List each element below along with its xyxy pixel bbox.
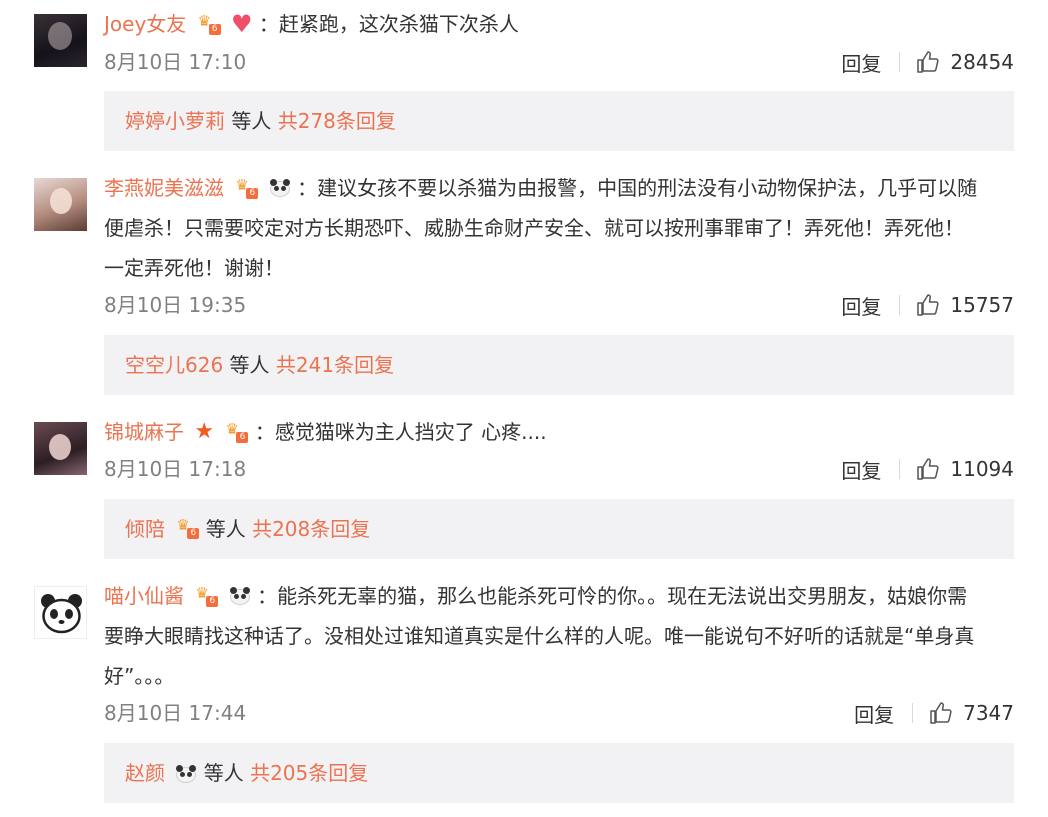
comment-actions: 回复 11094 (841, 454, 1014, 484)
panda-emoji-icon (229, 586, 251, 606)
reply-preview[interactable]: 倾陪 ♛ 6 等人 共208条回复 (104, 499, 1014, 559)
divider (899, 295, 901, 315)
like-button[interactable]: 11094 (916, 457, 1014, 481)
reply-preview-middle: 等人 (205, 517, 246, 541)
reply-button[interactable]: 回复 (841, 48, 881, 77)
comment-actions: 回复 28454 (841, 47, 1014, 77)
star-icon: ★ (194, 418, 215, 444)
reply-preview[interactable]: 赵颜 等人 共205条回复 (104, 743, 1014, 803)
avatar[interactable] (34, 422, 87, 475)
avatar[interactable] (34, 178, 87, 231)
vip-crown-icon: ♛ 6 (194, 585, 219, 607)
reply-preview-middle: 等人 (231, 109, 272, 133)
reply-preview-total[interactable]: 共241条回复 (276, 353, 394, 377)
vip-crown-icon: ♛ 6 (234, 177, 259, 199)
vip-crown-icon: ♛ 6 (175, 517, 200, 539)
avatar[interactable] (34, 14, 87, 67)
reply-preview-names[interactable]: 倾陪 (125, 517, 165, 541)
reply-preview-middle: 等人 (203, 761, 244, 785)
thumbs-up-icon (917, 51, 939, 73)
reply-button[interactable]: 回复 (841, 455, 881, 484)
username[interactable]: 李燕妮美滋滋 (104, 176, 224, 200)
reply-button[interactable]: 回复 (841, 291, 881, 320)
divider (912, 703, 914, 723)
avatar[interactable] (34, 586, 87, 639)
username[interactable]: Joey女友 (104, 12, 186, 36)
comment-time: 8月10日 17:18 (104, 457, 247, 481)
like-count: 11094 (950, 457, 1014, 481)
comment-actions: 回复 7347 (854, 698, 1014, 728)
comment-meta: 8月10日 17:18 回复 11094 (104, 454, 1014, 484)
like-button[interactable]: 7347 (929, 701, 1014, 725)
comment-meta: 8月10日 17:44 回复 7347 (104, 698, 1014, 728)
like-count: 15757 (950, 293, 1014, 317)
comment-meta: 8月10日 19:35 回复 15757 (104, 290, 1014, 320)
panda-emoji-icon (269, 178, 291, 198)
comment-header: Joey女友 ♛ 6 ♥ ：赶紧跑，这次杀猫下次杀人 (104, 9, 519, 38)
reply-preview[interactable]: 空空儿626 等人 共241条回复 (104, 335, 1014, 395)
comment-header: 李燕妮美滋滋 ♛ 6 ：建议女孩不要以杀猫为由报警，中国的刑法没有小动物保护法，几… (104, 175, 978, 200)
reply-preview-names[interactable]: 空空儿626 (125, 353, 223, 377)
username[interactable]: 喵小仙酱 (104, 584, 184, 608)
comment-text-line: 能杀死无辜的猫，那么也能杀死可怜的你。。现在无法说出交男朋友，姑娘你需 (277, 584, 968, 608)
like-count: 7347 (963, 701, 1014, 725)
reply-preview-names[interactable]: 赵颜 (125, 761, 165, 785)
thumbs-up-icon (917, 458, 939, 480)
username[interactable]: 锦城麻子 (104, 420, 184, 444)
comment-header: 喵小仙酱 ♛ 6 ：能杀死无辜的猫，那么也能杀死可怜的你。。现在无法说出交男朋友，… (104, 583, 968, 608)
comment-time: 8月10日 17:10 (104, 50, 247, 74)
panda-emoji-icon (175, 764, 197, 784)
comment-text-line: 好”。。。 (104, 664, 175, 688)
comment-text-line: 便虐杀！只需要咬定对方长期恐吓、威胁生命财产安全、就可以按刑事罪审了！弄死他！弄… (104, 216, 964, 240)
divider (899, 52, 901, 72)
panda-avatar-icon (41, 594, 82, 634)
comment-text-line: 一定弄死他！谢谢！ (104, 256, 284, 280)
reply-preview-middle: 等人 (229, 353, 270, 377)
reply-preview-total[interactable]: 共278条回复 (278, 109, 396, 133)
thumbs-up-icon (917, 294, 939, 316)
comment-actions: 回复 15757 (841, 290, 1014, 320)
reply-preview[interactable]: 婷婷小萝莉 等人 共278条回复 (104, 91, 1014, 151)
comment-header: 锦城麻子 ★ ♛ 6 ：感觉猫咪为主人挡灾了 心疼.... (104, 418, 547, 444)
vip-crown-icon: ♛ 6 (224, 421, 249, 443)
comment-meta: 8月10日 17:10 回复 28454 (104, 47, 1014, 77)
comment-time: 8月10日 17:44 (104, 701, 247, 725)
like-button[interactable]: 28454 (916, 50, 1014, 74)
heart-icon: ♥ (231, 9, 253, 38)
divider (899, 459, 901, 479)
vip-crown-icon: ♛ 6 (197, 13, 221, 35)
reply-preview-names[interactable]: 婷婷小萝莉 (125, 109, 225, 133)
thumbs-up-icon (930, 702, 952, 724)
reply-preview-total[interactable]: 共208条回复 (252, 517, 370, 541)
comment-time: 8月10日 19:35 (104, 293, 247, 317)
comment-text: 感觉猫咪为主人挡灾了 心疼.... (274, 420, 547, 444)
like-count: 28454 (950, 50, 1014, 74)
like-button[interactable]: 15757 (916, 293, 1014, 317)
comment-text: 赶紧跑，这次杀猫下次杀人 (278, 12, 519, 36)
reply-preview-total[interactable]: 共205条回复 (250, 761, 368, 785)
comment-text-line: 建议女孩不要以杀猫为由报警，中国的刑法没有小动物保护法，几乎可以随 (317, 176, 978, 200)
comment-text-line: 要睁大眼睛找这种话了。没相处过谁知道真实是什么样的人呢。唯一能说句不好听的话就是… (104, 624, 975, 648)
reply-button[interactable]: 回复 (854, 699, 894, 728)
